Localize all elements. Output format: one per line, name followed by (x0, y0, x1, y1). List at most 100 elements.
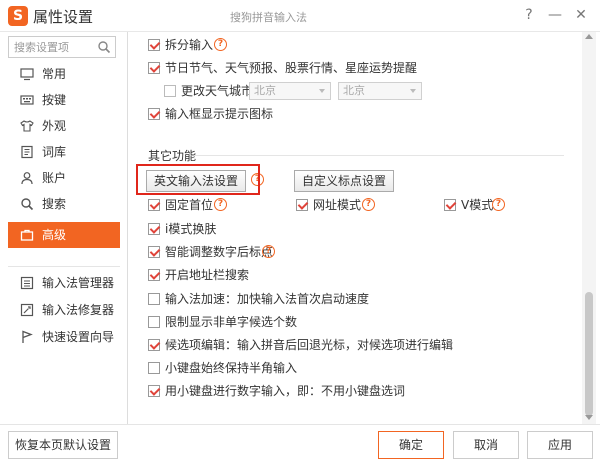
option-smart-number-punct[interactable]: 智能调整数字后标点 ? (148, 243, 288, 261)
wizard-icon (22, 330, 33, 343)
sidebar-item-account[interactable]: 账户 (8, 165, 120, 191)
option-candidate-edit[interactable]: 候选项编辑：输入拼音后回退光标，对候选项进行编辑 (148, 336, 453, 354)
book-icon (21, 145, 33, 159)
manager-icon (20, 276, 34, 290)
help-icon[interactable]: ? (362, 198, 375, 211)
cancel-button[interactable]: 取消 (453, 431, 519, 459)
checkbox[interactable] (148, 199, 160, 211)
option-label: 更改天气城市 (181, 84, 254, 98)
checkbox[interactable] (148, 293, 160, 305)
shirt-icon (20, 120, 34, 132)
option-label: 开启地址栏搜索 (165, 268, 250, 282)
option-v-mode[interactable]: V模式 ? (444, 196, 514, 214)
option-label: 拆分输入 (165, 38, 214, 52)
option-show-tip-icon[interactable]: 输入框显示提示图标 (148, 105, 278, 123)
checkbox[interactable] (148, 269, 160, 281)
sidebar-tool-manager[interactable]: 输入法管理器 (8, 270, 120, 296)
sidebar-item-label: 常用 (42, 67, 67, 81)
checkbox[interactable] (148, 223, 160, 235)
sidebar-item-label: 搜索 (42, 197, 67, 211)
settings-search-box[interactable] (8, 36, 116, 58)
sidebar-item-advanced[interactable]: 高级 (8, 222, 120, 248)
checkbox[interactable] (148, 316, 160, 328)
sidebar-item-common[interactable]: 常用 (8, 61, 120, 87)
search-icon (21, 198, 34, 211)
option-label: 输入框显示提示图标 (165, 107, 274, 121)
sidebar-tool-repair[interactable]: 输入法修复器 (8, 297, 120, 323)
monitor-icon (20, 68, 34, 81)
option-label: 节日节气、天气预报、股票行情、星座运势提醒 (165, 61, 418, 75)
settings-search-input[interactable] (9, 37, 97, 57)
checkbox[interactable] (148, 339, 160, 351)
sidebar-tool-label: 输入法修复器 (42, 303, 115, 317)
select-value: 北京 (254, 84, 276, 97)
checkbox[interactable] (148, 385, 160, 397)
option-label: 限制显示非单字候选个数 (165, 315, 298, 329)
option-url-mode[interactable]: 网址模式 ? (296, 196, 386, 214)
repair-icon (20, 303, 34, 317)
option-change-city[interactable]: 更改天气城市 (164, 82, 254, 100)
minimize-button[interactable]: — (544, 4, 566, 26)
sidebar-item-label: 账户 (42, 171, 67, 185)
user-icon (21, 172, 33, 185)
sogou-logo-icon: S (8, 6, 28, 26)
sidebar-item-dictionary[interactable]: 词库 (8, 139, 120, 165)
checkbox[interactable] (444, 199, 456, 211)
apply-button[interactable]: 应用 (527, 431, 593, 459)
sidebar: 常用 按键 外观 词库 账户 搜索 高级 输入法管理器 输入法修复器 快速设置向… (0, 32, 128, 424)
window-title: 搜狗拼音输入法 (230, 11, 307, 24)
help-icon[interactable]: ? (262, 245, 275, 258)
option-label: V模式 (461, 198, 494, 212)
scroll-down-icon[interactable] (585, 415, 593, 420)
option-i-mode-skin[interactable]: i模式换肤 (148, 220, 258, 238)
option-split-input[interactable]: 拆分输入 ? (148, 36, 258, 54)
sidebar-tool-label: 输入法管理器 (42, 276, 115, 290)
footer: 恢复本页默认设置 确定 取消 应用 (0, 424, 600, 464)
option-label: 输入法加速：加快输入法首次启动速度 (165, 292, 370, 306)
help-button[interactable]: ? (518, 4, 540, 26)
option-label: 小键盘始终保持半角输入 (165, 361, 298, 375)
help-icon[interactable]: ? (492, 198, 505, 211)
keyboard-icon (20, 95, 34, 105)
briefcase-icon (20, 229, 34, 241)
option-fixed-first[interactable]: 固定首位 ? (148, 196, 238, 214)
sidebar-tool-label: 快速设置向导 (42, 330, 115, 344)
checkbox[interactable] (148, 362, 160, 374)
sidebar-tool-wizard[interactable]: 快速设置向导 (8, 324, 120, 350)
scroll-thumb[interactable] (585, 292, 593, 416)
option-address-bar-search[interactable]: 开启地址栏搜索 (148, 266, 268, 284)
checkbox[interactable] (148, 108, 160, 120)
select-value: 北京 (343, 84, 365, 97)
option-label: 固定首位 (165, 198, 214, 212)
sidebar-item-keys[interactable]: 按键 (8, 87, 120, 113)
content-scrollbar[interactable] (582, 32, 596, 424)
sidebar-item-label: 高级 (42, 228, 67, 242)
section-title-other: 其它功能 (148, 149, 197, 163)
custom-punctuation-button[interactable]: 自定义标点设置 (294, 170, 394, 192)
sidebar-item-appearance[interactable]: 外观 (8, 113, 120, 139)
city-select-city[interactable]: 北京 (338, 82, 422, 100)
city-select-province[interactable]: 北京 (249, 82, 331, 100)
checkbox[interactable] (148, 39, 160, 51)
help-icon[interactable]: ? (214, 38, 227, 51)
checkbox[interactable] (296, 199, 308, 211)
restore-defaults-button[interactable]: 恢复本页默认设置 (8, 431, 118, 459)
sidebar-item-search[interactable]: 搜索 (8, 191, 120, 217)
sidebar-item-label: 词库 (42, 145, 67, 159)
option-festival-reminder[interactable]: 节日节气、天气预报、股票行情、星座运势提醒 (148, 59, 417, 77)
ok-button[interactable]: 确定 (378, 431, 444, 459)
chevron-down-icon (319, 89, 325, 93)
option-label: 智能调整数字后标点 (165, 245, 274, 259)
scroll-up-icon[interactable] (585, 34, 593, 39)
checkbox[interactable] (148, 62, 160, 74)
option-startup-acceleration[interactable]: 输入法加速：加快输入法首次启动速度 (148, 290, 378, 308)
checkbox[interactable] (164, 85, 176, 97)
highlight-box (136, 164, 260, 195)
close-button[interactable]: ✕ (570, 4, 592, 26)
option-limit-candidates[interactable]: 限制显示非单字候选个数 (148, 313, 318, 331)
option-numpad-halfwidth[interactable]: 小键盘始终保持半角输入 (148, 359, 318, 377)
search-icon[interactable] (97, 40, 111, 54)
help-icon[interactable]: ? (214, 198, 227, 211)
option-numpad-digits[interactable]: 用小键盘进行数字输入，即：不用小键盘选词 (148, 382, 418, 400)
checkbox[interactable] (148, 246, 160, 258)
